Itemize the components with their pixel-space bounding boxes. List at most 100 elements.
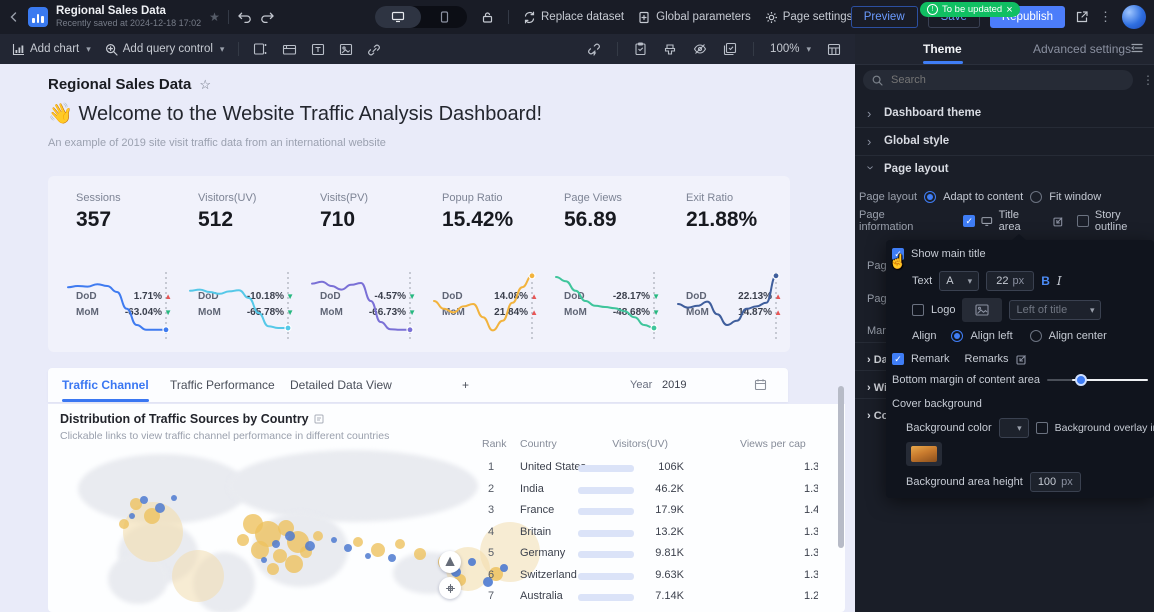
to-be-updated-badge[interactable]: ! To be updated × — [920, 2, 1020, 17]
table-row[interactable]: 5 Germany 9.81K 1.3 — [474, 544, 818, 564]
format-brush-icon[interactable] — [663, 42, 677, 56]
kpi-card[interactable]: Popup Ratio 15.42% DoD 14.08% ▲ MoM 21.84% ▲ — [426, 176, 544, 352]
back-icon[interactable] — [8, 11, 20, 23]
text-widget-icon[interactable] — [311, 43, 325, 56]
italic-button[interactable]: I — [1057, 274, 1062, 288]
logo-position-select[interactable]: Left of title ▾ — [1009, 300, 1102, 320]
map-zoom-button[interactable]: ▲ — [439, 551, 461, 573]
undo-icon[interactable] — [237, 11, 252, 23]
mobile-mode-icon[interactable] — [421, 6, 467, 28]
kpi-card[interactable]: Exit Ratio 21.88% DoD 22.13% ▲ MoM 14.87% ▲ — [670, 176, 788, 352]
preview-button[interactable]: Preview — [850, 6, 918, 28]
background-swatch-row — [906, 442, 942, 466]
visitors-cell: 9.63K — [655, 568, 684, 581]
radio-adapt-to-content[interactable] — [924, 191, 937, 203]
lock-icon[interactable] — [481, 11, 494, 24]
add-chart-button[interactable]: Add chart ▾ — [12, 43, 91, 56]
table-row[interactable]: 2 India 46.2K 1.3 — [474, 480, 818, 500]
section-global-style[interactable]: › Global style — [855, 127, 1154, 155]
close-icon[interactable]: × — [1006, 4, 1012, 15]
device-toggle[interactable] — [375, 6, 467, 28]
tab-detailed-data-view[interactable]: Detailed Data View — [290, 368, 392, 402]
font-size-input[interactable]: 22 px — [986, 271, 1035, 291]
share-export-icon[interactable] — [1075, 10, 1089, 24]
visitors-bar — [578, 508, 634, 515]
hide-component-icon[interactable] — [693, 42, 707, 56]
logo-image-button[interactable] — [962, 298, 1003, 322]
search-input[interactable] — [889, 73, 1093, 87]
tab-traffic-channel[interactable]: Traffic Channel — [62, 368, 149, 402]
calendar-icon[interactable] — [754, 378, 767, 391]
background-color-swatch[interactable] — [906, 442, 942, 466]
bottom-margin-slider[interactable] — [1046, 374, 1148, 386]
radio-align-left[interactable] — [951, 330, 964, 342]
tab-theme[interactable]: Theme — [923, 34, 962, 64]
edit-icon — [1015, 354, 1026, 365]
global-parameters-button[interactable]: Global parameters — [638, 11, 751, 24]
story-outline-checkbox[interactable] — [1077, 215, 1089, 227]
table-row[interactable]: 4 Britain 13.2K 1.3 — [474, 523, 818, 543]
replace-dataset-button[interactable]: Replace dataset — [523, 11, 624, 24]
table-row[interactable]: 6 Switzerland 9.63K 1.3 — [474, 566, 818, 586]
section-dashboard-theme[interactable]: › Dashboard theme — [855, 99, 1154, 127]
title-star-icon[interactable]: ☆ — [199, 77, 211, 93]
views-per-cap-cell: 1.3 — [804, 547, 818, 559]
table-row[interactable]: 1 United States 106K 1.3 — [474, 458, 818, 478]
favorite-star-icon[interactable]: ★ — [209, 10, 220, 24]
collapse-panel-icon[interactable] — [1130, 42, 1144, 54]
title-area-popup: ✓ Show main title Text A ▾ 22 px B I Logo … — [886, 234, 1154, 498]
popup-caret — [1012, 234, 1026, 240]
title-area-checkbox[interactable]: ✓ — [963, 215, 976, 227]
add-query-control-button[interactable]: Add query control ▾ — [105, 43, 224, 56]
image-widget-icon[interactable] — [339, 43, 353, 56]
tab-advanced-settings[interactable]: Advanced settings — [1033, 34, 1131, 64]
background-height-input[interactable]: 100 px — [1029, 472, 1081, 492]
year-filter-value[interactable]: 2019 — [662, 368, 686, 402]
radio-align-center[interactable] — [1029, 330, 1042, 342]
background-color-row: Background color ▾ Background overlay im… — [906, 418, 1154, 438]
container-icon[interactable] — [253, 42, 268, 56]
background-overlay-checkbox[interactable] — [1035, 422, 1048, 434]
welcome-title: 👋 Welcome to the Website Traffic Analysi… — [48, 103, 543, 125]
section-page-layout[interactable]: › Page layout — [855, 155, 1154, 183]
redo-icon[interactable] — [260, 11, 275, 23]
kpi-card[interactable]: Page Views 56.89 DoD -28.17% ▼ MoM -48.68% ▼ — [548, 176, 666, 352]
table-row[interactable]: 3 France 17.9K 1.4 — [474, 501, 818, 521]
clipboard-icon[interactable] — [634, 42, 647, 56]
add-tab-button[interactable]: + — [462, 368, 469, 402]
background-color-select[interactable]: ▾ — [998, 418, 1029, 438]
multi-select-icon[interactable] — [723, 42, 737, 56]
background-height-row: Background area height 100 px — [906, 472, 1081, 492]
grid-layout-icon[interactable] — [827, 43, 841, 56]
link-widget-icon[interactable] — [367, 43, 381, 56]
kpi-card[interactable]: Visitors(UV) 512 DoD -10.18% ▼ MoM -65.78% ▼ — [182, 176, 300, 352]
logo-checkbox[interactable] — [912, 304, 924, 316]
table-row[interactable]: 7 Australia 7.14K 1.2 — [474, 587, 818, 607]
search-box[interactable] — [863, 70, 1133, 90]
bold-button[interactable]: B — [1041, 274, 1050, 288]
remarks-link[interactable]: Remarks — [965, 353, 1009, 365]
page-settings-button[interactable]: Page settings — [765, 11, 852, 24]
traffic-sources-card: Distribution of Traffic Sources by Count… — [48, 404, 845, 612]
views-per-cap-cell: 1.3 — [804, 568, 818, 581]
canvas-scrollbar[interactable] — [838, 386, 844, 548]
panel-more-icon[interactable]: ⋮ — [1142, 73, 1154, 87]
zoom-level-select[interactable]: 100% ▾ — [770, 43, 811, 55]
map-bubble — [172, 550, 224, 602]
map-bubble — [129, 513, 135, 519]
remark-checkbox[interactable]: ✓ — [892, 353, 904, 365]
panel-tab-bar: Theme Advanced settings — [855, 34, 1154, 65]
tab-widget-icon[interactable] — [282, 43, 297, 56]
more-menu-icon[interactable]: ⋮ — [1099, 9, 1112, 25]
column-header: Views per cap — [740, 438, 806, 450]
map-reset-button[interactable] — [439, 577, 461, 599]
kpi-card[interactable]: Sessions 357 DoD 1.71% ▲ MoM -63.04% ▼ — [60, 176, 178, 352]
avatar[interactable] — [1122, 5, 1146, 29]
tab-traffic-performance[interactable]: Traffic Performance — [170, 368, 275, 402]
desktop-mode-icon[interactable] — [375, 6, 421, 28]
font-family-select[interactable]: A ▾ — [939, 271, 980, 291]
kpi-card[interactable]: Visits(PV) 710 DoD -4.57% ▼ MoM -66.73% ▼ — [304, 176, 422, 352]
views-per-cap-cell: 1.4 — [804, 504, 818, 516]
radio-fit-window[interactable] — [1030, 191, 1043, 203]
batch-link-icon[interactable] — [587, 42, 601, 56]
